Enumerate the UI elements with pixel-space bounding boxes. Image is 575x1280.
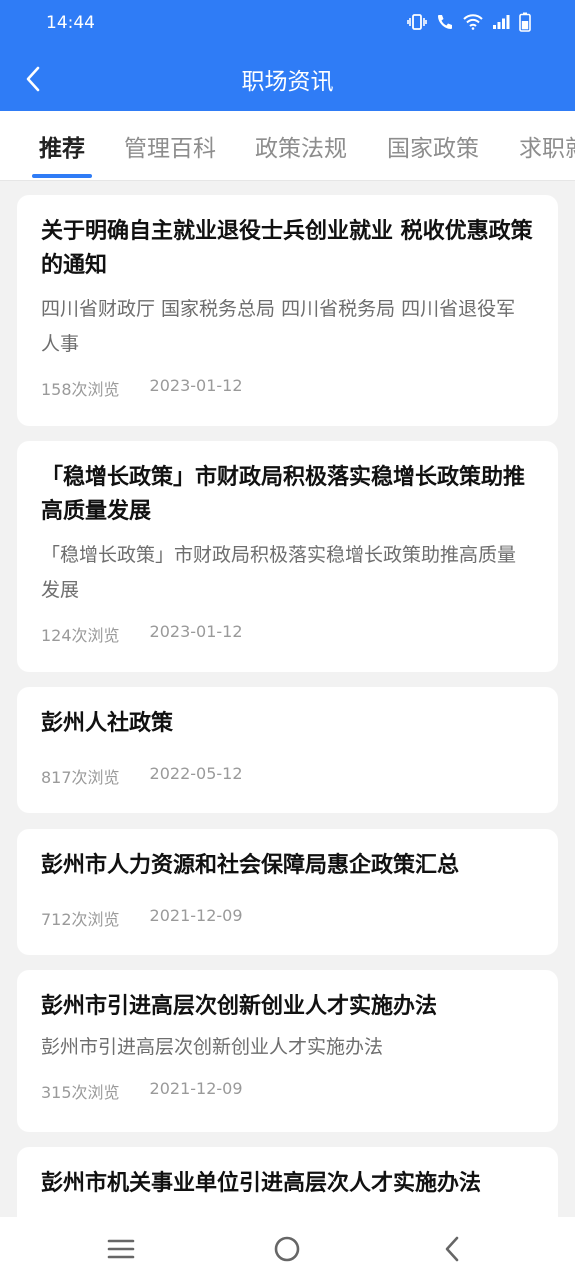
view-count: 315次浏览 bbox=[41, 1083, 120, 1102]
active-tab-indicator bbox=[32, 174, 92, 178]
publish-date: 2022-05-12 bbox=[149, 764, 243, 783]
status-icons bbox=[407, 12, 531, 32]
battery-icon bbox=[519, 12, 531, 32]
publish-date: 2023-01-12 bbox=[149, 622, 243, 641]
article-title: 彭州市机关事业单位引进高层次人才实施办法 bbox=[41, 1171, 482, 1196]
tab-national-policy[interactable]: 国家政策 bbox=[387, 129, 479, 163]
call-icon bbox=[438, 15, 452, 29]
article-card[interactable]: 彭州人社政策 817次浏览 2022-05-12 bbox=[17, 687, 558, 813]
vibrate-icon bbox=[407, 14, 427, 30]
system-nav-bar bbox=[0, 1217, 575, 1280]
category-tabs: 推荐 管理百科 政策法规 国家政策 求职就 bbox=[0, 111, 575, 181]
status-time: 14:44 bbox=[46, 13, 95, 33]
publish-date: 2023-01-12 bbox=[149, 376, 243, 395]
tab-recommend[interactable]: 推荐 bbox=[39, 129, 85, 163]
nav-back-button[interactable] bbox=[434, 1231, 470, 1267]
home-circle-icon bbox=[274, 1236, 300, 1262]
article-meta: 712次浏览 2021-12-09 bbox=[41, 906, 534, 930]
article-summary: 彭州市引进高层次创新创业人才实施办法 bbox=[41, 1036, 384, 1058]
article-meta: 124次浏览 2023-01-12 bbox=[41, 622, 534, 646]
tab-job-seeking[interactable]: 求职就 bbox=[519, 129, 575, 163]
view-count: 817次浏览 bbox=[41, 768, 120, 787]
article-summary: 四川省财政厅 国家税务总局 四川省税务局 四川省退役军人事 bbox=[41, 298, 516, 355]
article-title: 关于明确自主就业退役士兵创业就业 税收优惠政策的通知 bbox=[41, 219, 533, 278]
article-title: 彭州市引进高层次创新创业人才实施办法 bbox=[41, 994, 438, 1019]
view-count: 124次浏览 bbox=[41, 626, 120, 645]
article-summary: 「稳增长政策」市财政局积极落实稳增长政策助推高质量发展 bbox=[41, 544, 517, 601]
publish-date: 2021-12-09 bbox=[149, 1079, 243, 1098]
article-meta: 315次浏览 2021-12-09 bbox=[41, 1079, 534, 1103]
back-triangle-icon bbox=[445, 1236, 459, 1262]
article-meta: 817次浏览 2022-05-12 bbox=[41, 764, 534, 788]
page-title: 职场资讯 bbox=[241, 69, 334, 95]
app-header: 14:44 职场资讯 bbox=[0, 0, 575, 111]
home-button[interactable] bbox=[269, 1231, 305, 1267]
article-title: 彭州人社政策 bbox=[41, 711, 174, 736]
article-card[interactable]: 彭州市机关事业单位引进高层次人才实施办法 bbox=[17, 1147, 558, 1217]
menu-icon bbox=[107, 1239, 135, 1259]
article-title: 彭州市人力资源和社会保障局惠企政策汇总 bbox=[41, 853, 460, 878]
recent-apps-button[interactable] bbox=[103, 1231, 139, 1267]
tab-management-wiki[interactable]: 管理百科 bbox=[124, 129, 216, 163]
tab-policies-regulations[interactable]: 政策法规 bbox=[255, 129, 347, 163]
view-count: 158次浏览 bbox=[41, 380, 120, 399]
article-meta: 158次浏览 2023-01-12 bbox=[41, 376, 534, 400]
article-card[interactable]: 彭州市人力资源和社会保障局惠企政策汇总 712次浏览 2021-12-09 bbox=[17, 829, 558, 955]
article-card[interactable]: 关于明确自主就业退役士兵创业就业 税收优惠政策的通知 四川省财政厅 国家税务总局… bbox=[17, 195, 558, 426]
article-card[interactable]: 「稳增长政策」市财政局积极落实稳增长政策助推高质量发展 「稳增长政策」市财政局积… bbox=[17, 441, 558, 672]
article-card[interactable]: 彭州市引进高层次创新创业人才实施办法 彭州市引进高层次创新创业人才实施办法 31… bbox=[17, 970, 558, 1132]
signal-icon bbox=[493, 15, 510, 29]
view-count: 712次浏览 bbox=[41, 910, 120, 929]
publish-date: 2021-12-09 bbox=[149, 906, 243, 925]
article-list: 关于明确自主就业退役士兵创业就业 税收优惠政策的通知 四川省财政厅 国家税务总局… bbox=[0, 181, 575, 1217]
article-title: 「稳增长政策」市财政局积极落实稳增长政策助推高质量发展 bbox=[41, 465, 526, 524]
wifi-icon bbox=[463, 14, 483, 30]
